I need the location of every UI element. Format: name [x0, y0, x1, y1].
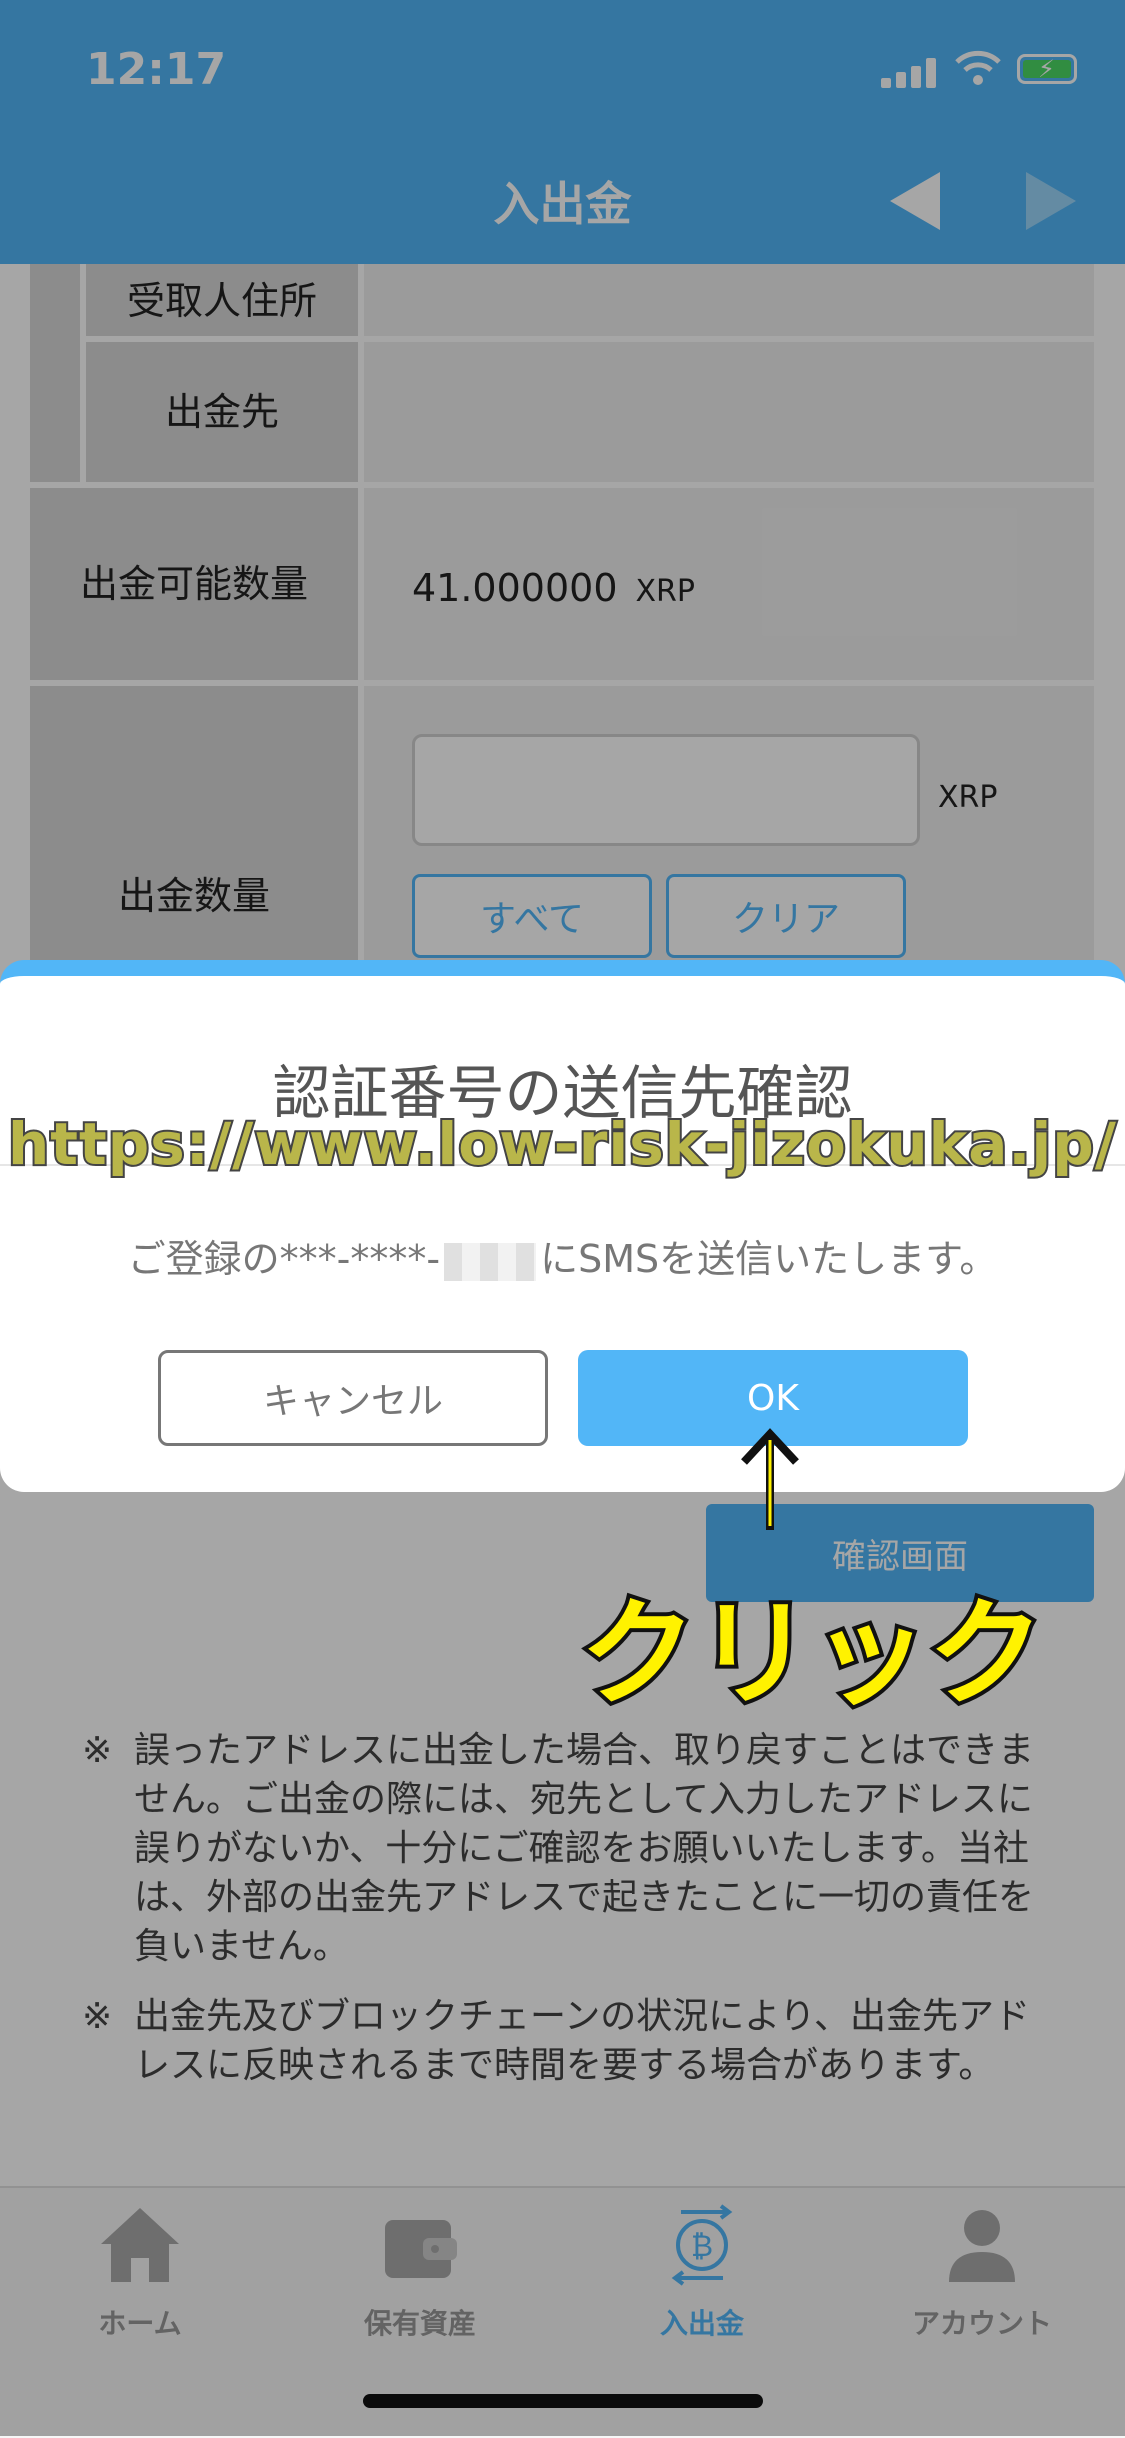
masked-phone — [444, 1242, 537, 1281]
dialog-message-prefix: ご登録の***-****- — [127, 1237, 441, 1281]
sms-confirm-dialog: 認証番号の送信先確認 ご登録の***-****- にSMSを送信いたします。 キャ… — [0, 960, 1125, 1492]
up-arrow-icon — [741, 1428, 799, 1530]
cancel-button[interactable]: キャンセル — [158, 1350, 548, 1446]
dialog-message: ご登録の***-****- にSMSを送信いたします。 — [0, 1228, 1125, 1283]
click-annotation: クリック — [576, 1583, 1048, 1726]
dialog-message-suffix: にSMSを送信いたします。 — [540, 1237, 998, 1281]
watermark-url: https://www.low-risk-jizokuka.jp/ — [6, 1108, 1118, 1180]
